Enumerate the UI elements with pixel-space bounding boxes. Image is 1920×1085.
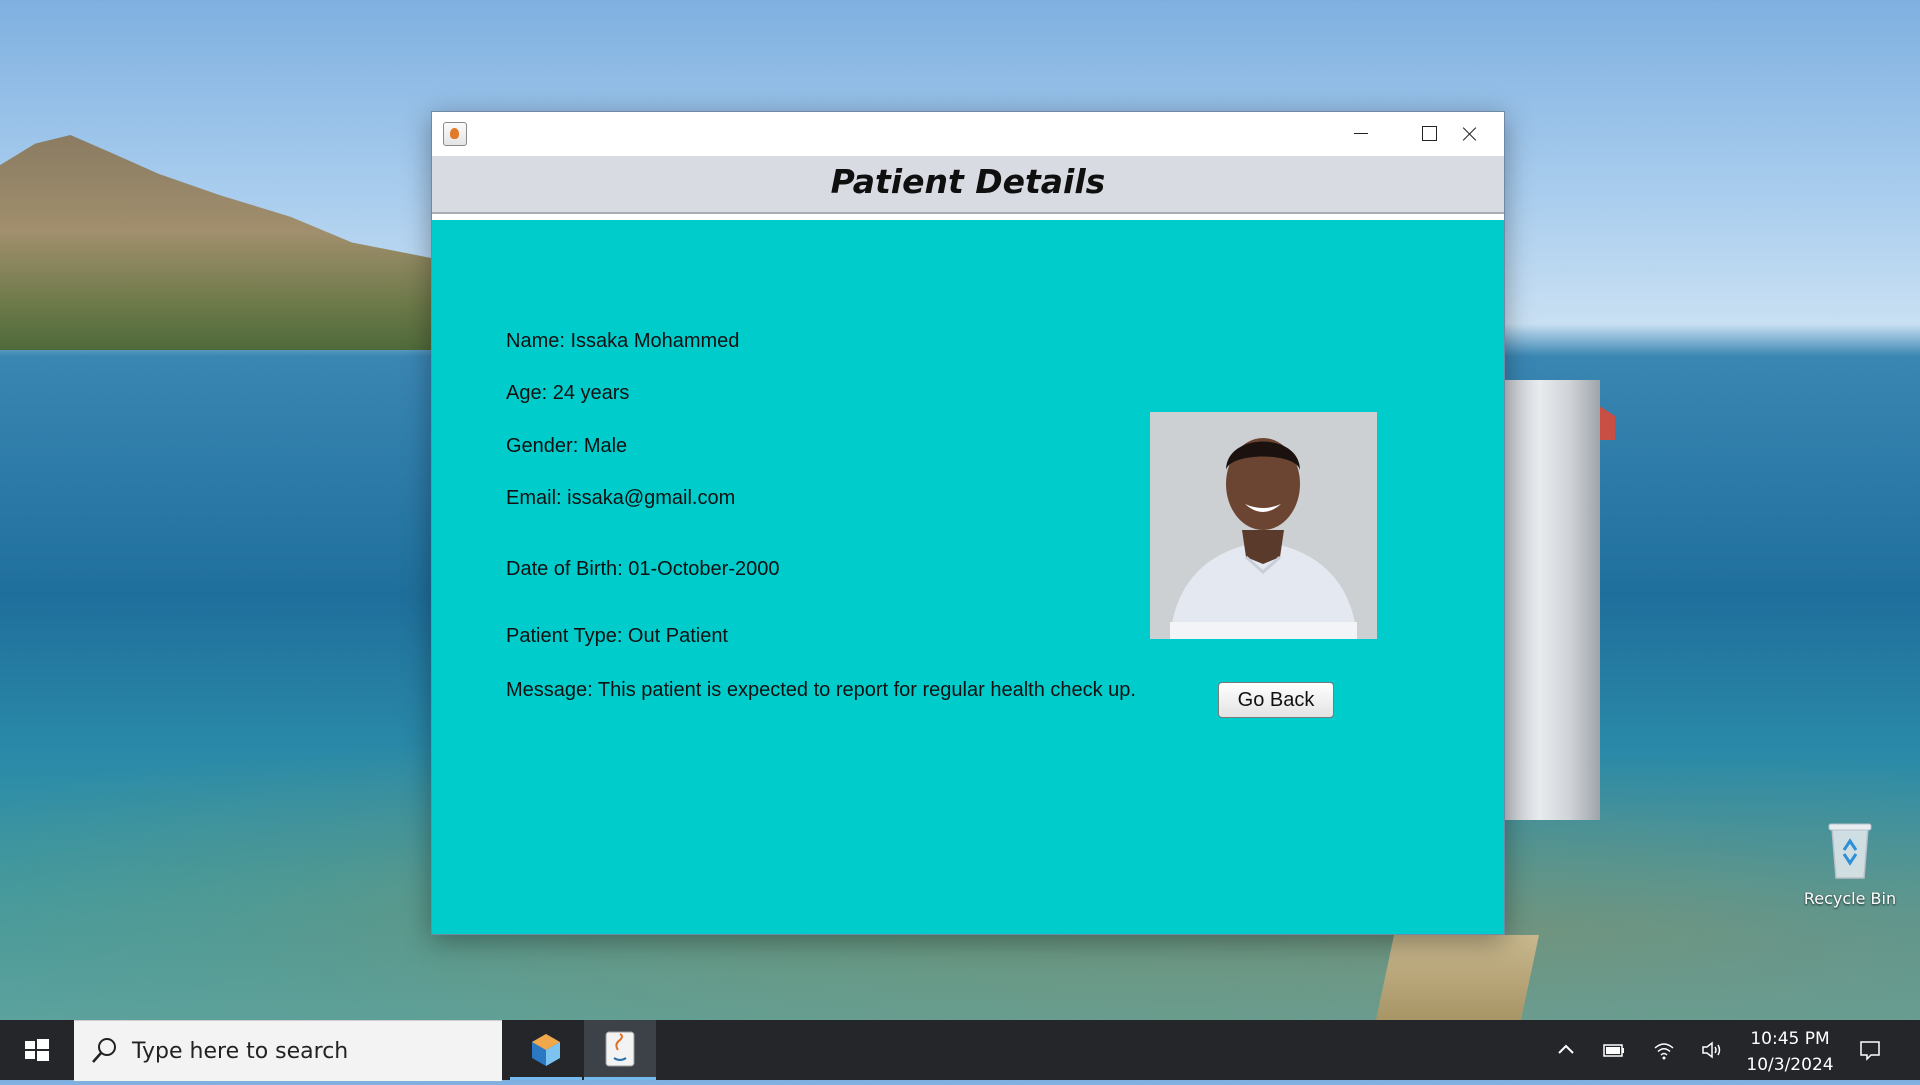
minimize-button[interactable] [1324, 112, 1394, 156]
wifi-icon[interactable] [1652, 1038, 1676, 1062]
patient-gender: Gender: Male [506, 435, 628, 457]
wallpaper-dock [1375, 935, 1540, 1020]
close-button[interactable] [1434, 112, 1504, 156]
patient-avatar-icon [1150, 412, 1377, 639]
go-back-button[interactable]: Go Back [1218, 682, 1334, 718]
clock-date: 10/3/2024 [1746, 1055, 1834, 1075]
notification-center-icon[interactable] [1858, 1038, 1882, 1062]
recycle-bin-icon [1828, 823, 1872, 879]
chevron-up-icon[interactable] [1554, 1038, 1578, 1062]
search-placeholder: Type here to search [132, 1039, 349, 1064]
patient-email: Email: issaka@gmail.com [506, 487, 736, 509]
details-panel: Name: Issaka Mohammed Age: 24 years Gend… [432, 220, 1504, 934]
header-panel: Patient Details [432, 156, 1504, 260]
java-icon [605, 1031, 635, 1067]
search-icon [92, 1038, 116, 1063]
taskbar-clock[interactable]: 10:45 PM 10/3/2024 [1740, 1026, 1840, 1078]
patient-message: Message: This patient is expected to rep… [506, 679, 1136, 701]
battery-icon[interactable] [1602, 1038, 1626, 1062]
taskbar-search-box[interactable]: Type here to search [74, 1020, 502, 1081]
start-button[interactable] [0, 1020, 72, 1080]
patient-type: Patient Type: Out Patient [506, 625, 728, 647]
patient-age: Age: 24 years [506, 382, 630, 404]
windows-logo-icon [25, 1039, 49, 1061]
taskbar-app-java[interactable] [584, 1020, 656, 1080]
patient-details-window: Patient Details Name: Issaka Mohammed Ag… [431, 111, 1505, 935]
page-title: Patient Details [830, 162, 1106, 201]
patient-dob: Date of Birth: 01-October-2000 [506, 558, 780, 580]
recycle-bin-label: Recycle Bin [1803, 889, 1897, 908]
taskbar: Type here to search 10:45 PM 10/3/2024 [0, 1020, 1920, 1081]
java-app-icon[interactable] [443, 122, 467, 146]
wallpaper-tower [1500, 380, 1600, 820]
wallpaper-hill [0, 135, 440, 350]
taskbar-app-netbeans[interactable] [510, 1020, 582, 1080]
recycle-bin[interactable]: Recycle Bin [1795, 820, 1905, 908]
patient-photo [1150, 412, 1377, 639]
volume-icon[interactable] [1700, 1038, 1724, 1062]
clock-time: 10:45 PM [1750, 1029, 1830, 1049]
netbeans-icon [532, 1034, 560, 1066]
patient-name: Name: Issaka Mohammed [506, 330, 740, 352]
title-bar[interactable] [432, 112, 1504, 156]
